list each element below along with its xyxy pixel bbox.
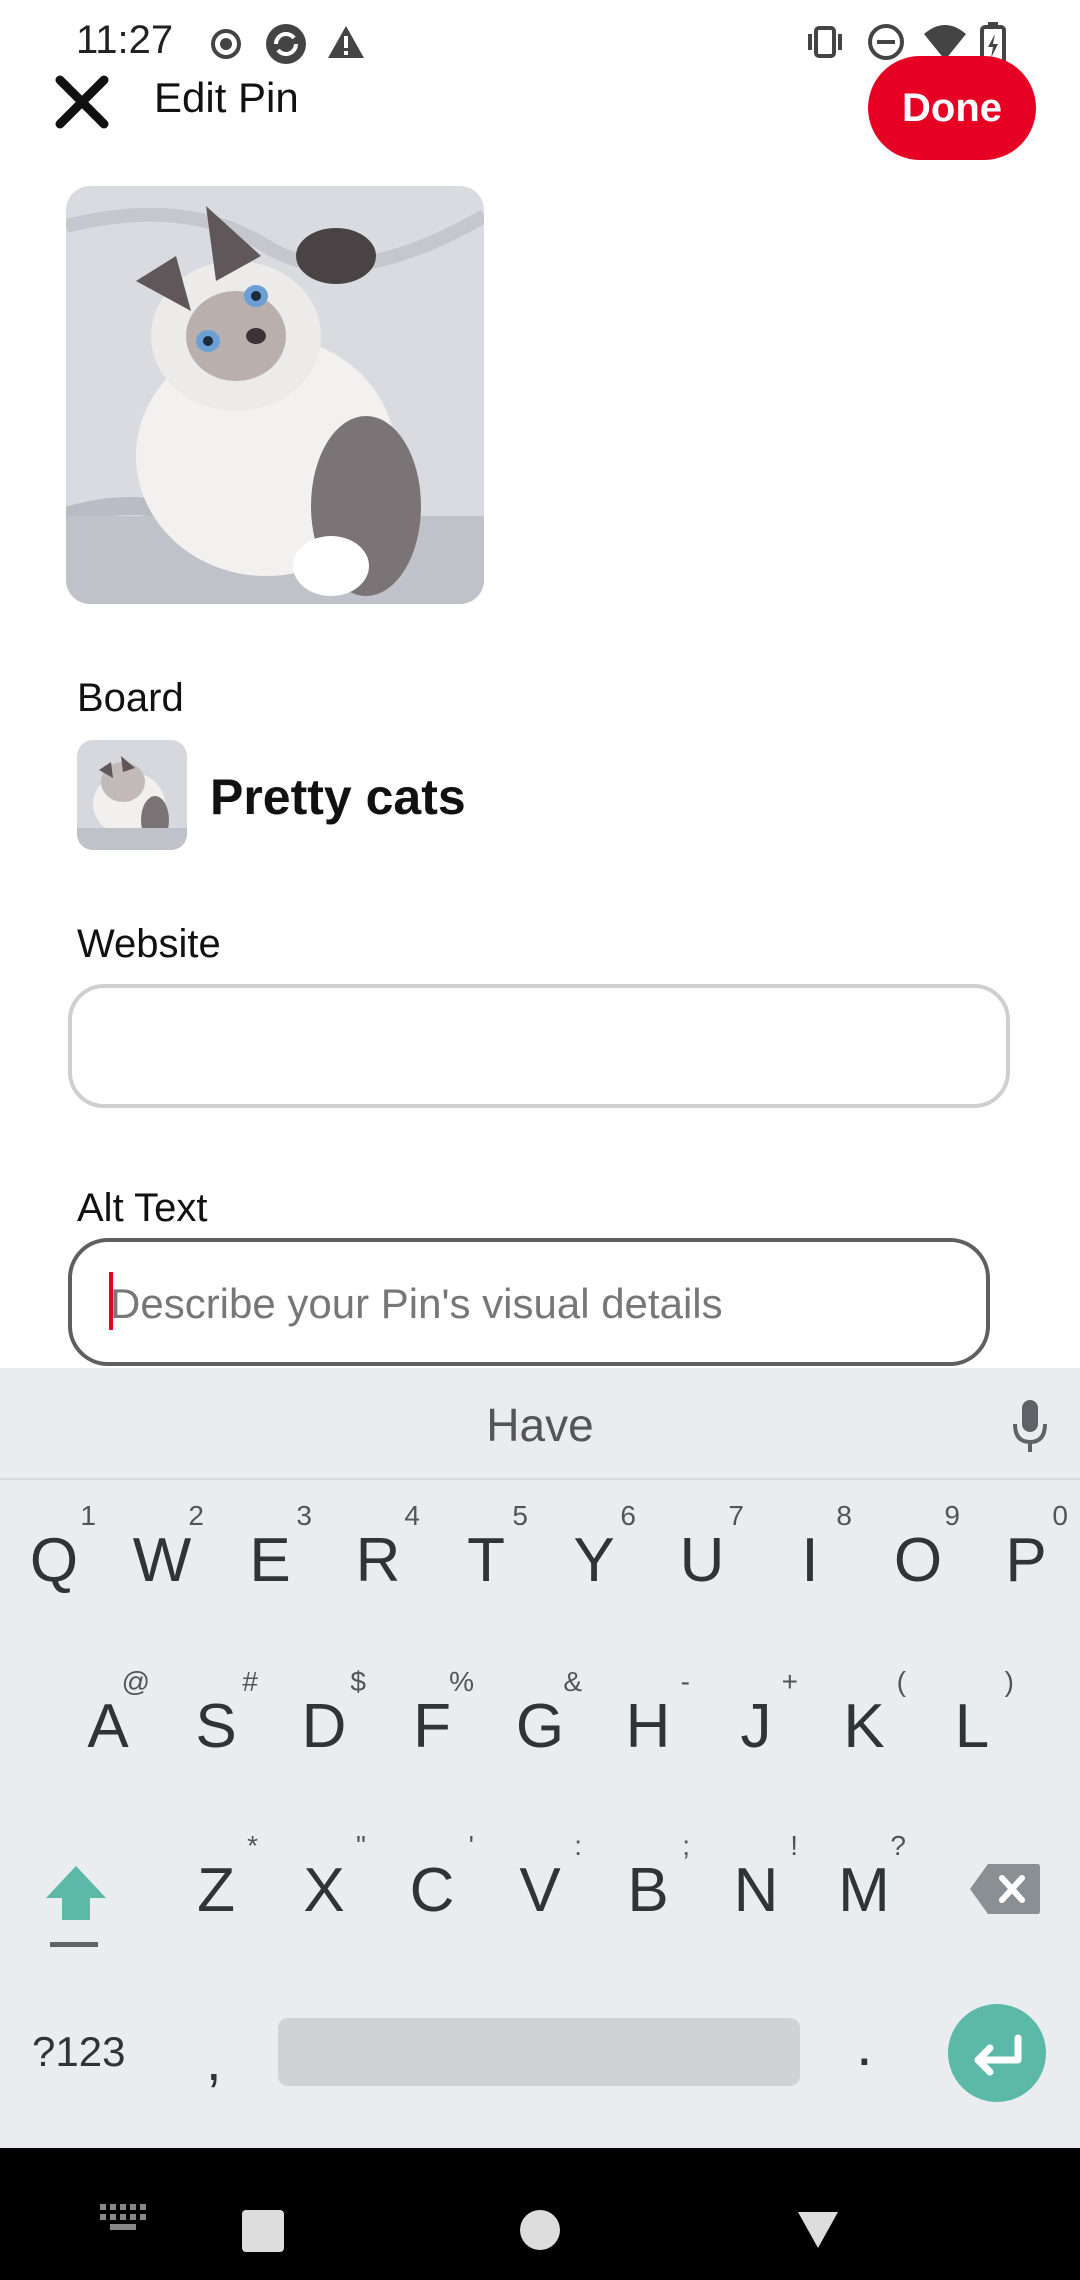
alt-text-label: Alt Text xyxy=(77,1186,208,1230)
key-label: B xyxy=(627,1856,669,1925)
key-x[interactable]: " X xyxy=(274,1830,374,1940)
key-label: Z xyxy=(197,1856,235,1925)
key-label: M xyxy=(838,1856,890,1925)
key-z[interactable]: * Z xyxy=(166,1830,266,1940)
key-r[interactable]: 4R xyxy=(328,1500,428,1610)
navigation-bar xyxy=(0,2148,1080,2280)
board-thumbnail[interactable] xyxy=(77,740,187,850)
key-label: I xyxy=(801,1526,819,1595)
key-e[interactable]: 3E xyxy=(220,1500,320,1610)
key-g[interactable]: & G xyxy=(490,1666,590,1776)
key-label: H xyxy=(625,1692,671,1761)
key-v[interactable]: :V xyxy=(490,1830,590,1940)
sync-icon xyxy=(266,24,306,64)
key-label: F xyxy=(413,1692,451,1761)
alt-text-placeholder: Describe your Pin's visual details xyxy=(110,1280,723,1327)
board-name[interactable]: Pretty cats xyxy=(210,768,466,826)
key-label: Q xyxy=(29,1526,79,1595)
home-icon[interactable] xyxy=(520,2210,560,2250)
shift-icon[interactable] xyxy=(42,1860,110,1940)
website-label: Website xyxy=(77,922,221,966)
key-i[interactable]: 8I xyxy=(760,1500,860,1610)
key-n[interactable]: ! N xyxy=(706,1830,806,1940)
board-label: Board xyxy=(77,676,184,720)
space-key[interactable] xyxy=(278,2018,800,2086)
key-label: D xyxy=(301,1692,347,1761)
key-label: S xyxy=(195,1692,237,1761)
key-label: Y xyxy=(573,1526,615,1595)
key-p[interactable]: 0P xyxy=(976,1500,1076,1610)
keyboard-icon[interactable] xyxy=(100,2204,148,2234)
period-key[interactable]: . xyxy=(856,2010,873,2079)
key-y[interactable]: 6Y xyxy=(544,1500,644,1610)
key-d[interactable]: $ D xyxy=(274,1666,374,1776)
key-label: T xyxy=(467,1526,505,1595)
recents-icon[interactable] xyxy=(242,2210,284,2252)
website-input[interactable] xyxy=(68,984,1010,1108)
alert-icon xyxy=(328,26,364,58)
key-u[interactable]: 7U xyxy=(652,1500,752,1610)
key-label: V xyxy=(519,1856,561,1925)
key-label: L xyxy=(954,1692,990,1761)
key-label: R xyxy=(355,1526,401,1595)
key-label: J xyxy=(740,1692,772,1761)
enter-key[interactable] xyxy=(948,2004,1046,2102)
suggestion-word[interactable]: Have xyxy=(0,1398,1080,1452)
record-icon xyxy=(211,29,241,59)
key-label: N xyxy=(733,1856,779,1925)
cat-photo xyxy=(66,186,484,604)
dnd-icon xyxy=(868,24,904,60)
shift-underline xyxy=(50,1942,98,1947)
key-label: X xyxy=(303,1856,345,1925)
key-c[interactable]: ' C xyxy=(382,1830,482,1940)
key-o[interactable]: 9O xyxy=(868,1500,968,1610)
vibrate-icon xyxy=(808,26,842,58)
key-label: K xyxy=(843,1692,885,1761)
key-label: G xyxy=(515,1692,565,1761)
key-w[interactable]: 2W xyxy=(112,1500,212,1610)
key-a[interactable]: @ A xyxy=(58,1666,158,1776)
key-l[interactable]: ) L xyxy=(922,1666,1022,1776)
key-j[interactable]: + J xyxy=(706,1666,806,1776)
backspace-icon[interactable] xyxy=(968,1862,1042,1916)
key-label: U xyxy=(679,1526,725,1595)
close-icon[interactable] xyxy=(52,72,112,132)
microphone-icon[interactable] xyxy=(1010,1398,1050,1454)
key-label: W xyxy=(132,1526,192,1595)
status-time: 11:27 xyxy=(76,18,174,62)
page-title: Edit Pin xyxy=(154,74,299,121)
key-label: E xyxy=(249,1526,291,1595)
back-icon[interactable] xyxy=(796,2208,840,2252)
key-k[interactable]: (K xyxy=(814,1666,914,1776)
done-button[interactable]: Done xyxy=(868,56,1036,160)
key-label: O xyxy=(893,1526,943,1595)
pin-image[interactable] xyxy=(66,186,484,604)
key-b[interactable]: ; B xyxy=(598,1830,698,1940)
comma-key[interactable]: , xyxy=(206,2028,222,2093)
key-f[interactable]: % F xyxy=(382,1666,482,1776)
key-label: A xyxy=(87,1692,129,1761)
key-label: C xyxy=(409,1856,455,1925)
enter-icon xyxy=(974,2034,1022,2076)
key-label: P xyxy=(1005,1526,1047,1595)
symbols-key[interactable]: ?123 xyxy=(32,2028,125,2076)
key-s[interactable]: # S xyxy=(166,1666,266,1776)
key-t[interactable]: 5T xyxy=(436,1500,536,1610)
key-m[interactable]: ? M xyxy=(814,1830,914,1940)
key-q[interactable]: 1Q xyxy=(4,1500,104,1610)
key-h[interactable]: -H xyxy=(598,1666,698,1776)
